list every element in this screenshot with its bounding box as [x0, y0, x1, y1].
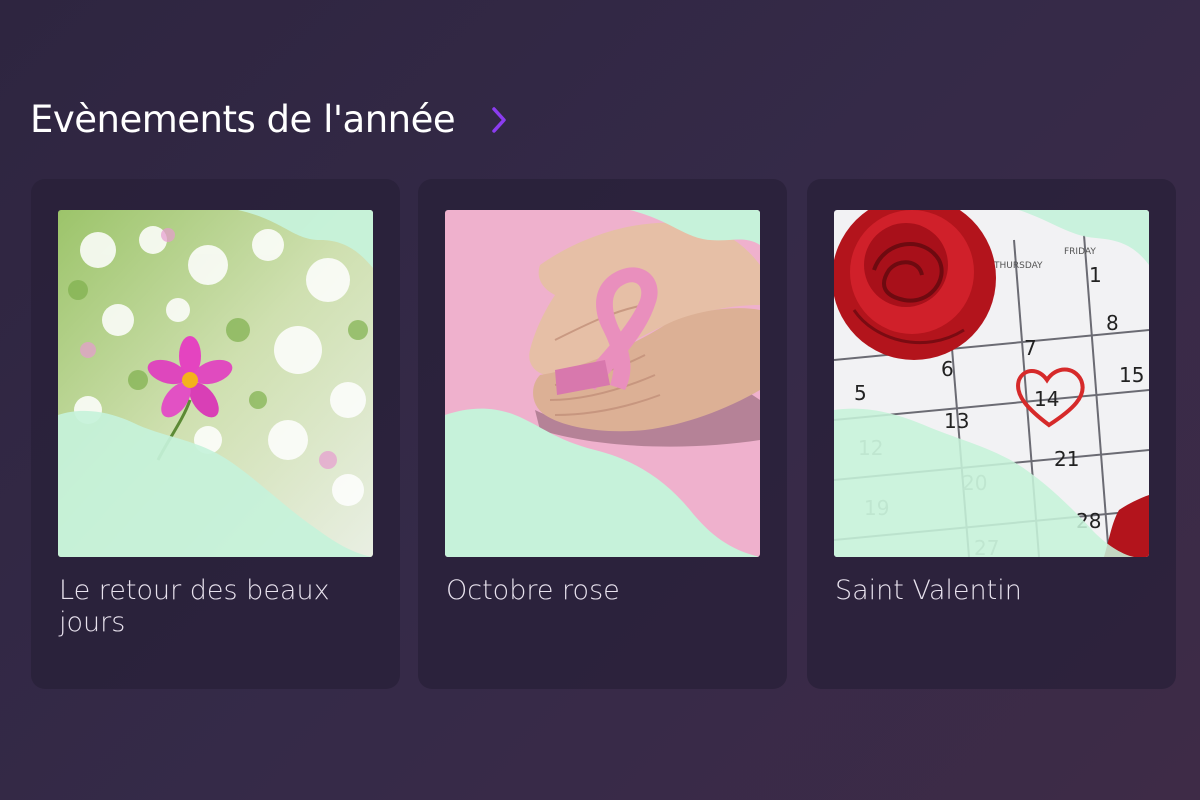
- calendar-day: 5: [854, 381, 867, 405]
- calendar-day: 15: [1119, 363, 1144, 387]
- calendar-header: THURSDAY: [993, 261, 1043, 271]
- event-card-saint-valentin[interactable]: THURSDAY FRIDAY 1 8 7 6 5 15 14 13 12 21…: [807, 179, 1176, 689]
- card-title: Octobre rose: [446, 575, 620, 606]
- calendar-day: 1: [1089, 263, 1102, 287]
- card-title: Le retour des beaux jours: [59, 575, 330, 638]
- card-title: Saint Valentin: [835, 575, 1022, 606]
- calendar-day: 6: [941, 357, 954, 381]
- rose-calendar-image: THURSDAY FRIDAY 1 8 7 6 5 15 14 13 12 21…: [834, 210, 1149, 557]
- calendar-day: 8: [1106, 311, 1119, 335]
- calendar-day: 13: [944, 409, 969, 433]
- spring-flowers-image: [58, 210, 373, 557]
- pink-ribbon-hands-image: [445, 210, 760, 557]
- section-title: Evènements de l'année: [30, 98, 456, 141]
- calendar-day: 21: [1054, 447, 1079, 471]
- section-header: Evènements de l'année: [30, 98, 513, 141]
- event-card-octobre-rose[interactable]: Octobre rose: [418, 179, 787, 689]
- chevron-right-icon[interactable]: [485, 100, 513, 140]
- calendar-header: FRIDAY: [1064, 247, 1096, 257]
- calendar-day: 14: [1034, 387, 1059, 411]
- calendar-day: 7: [1024, 336, 1037, 360]
- event-card-beaux-jours[interactable]: Le retour des beaux jours: [31, 179, 400, 689]
